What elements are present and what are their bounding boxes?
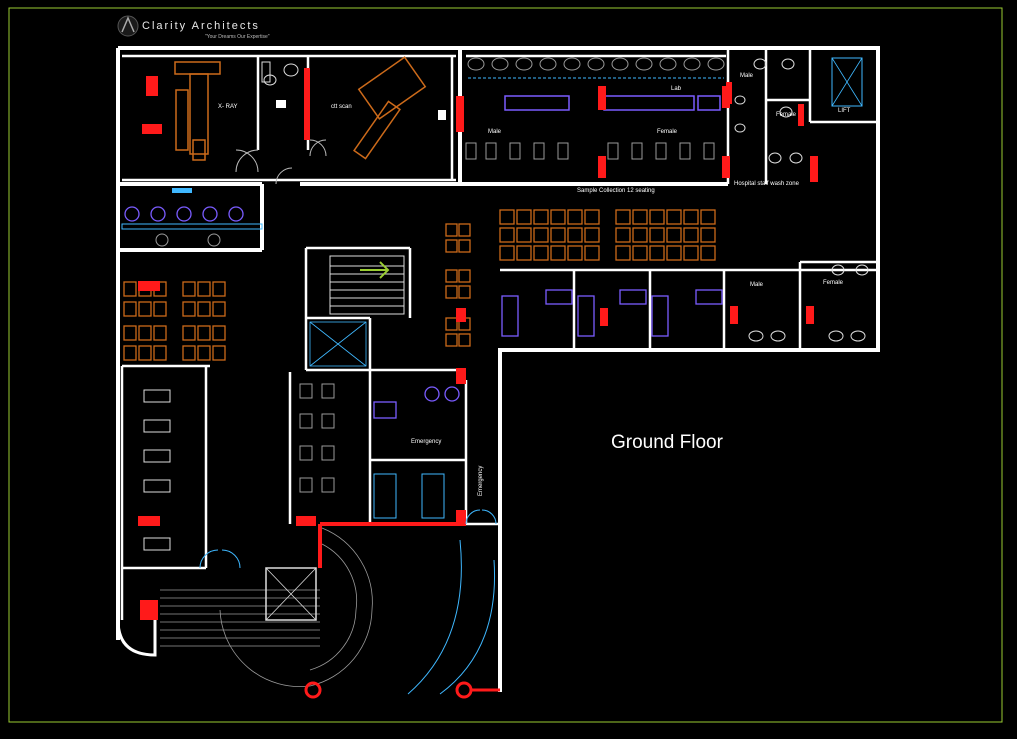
red-partition (798, 104, 804, 126)
waiting-seats-grid (123, 209, 716, 361)
toilet-fixtures (261, 61, 299, 86)
room-label-lab: Lab (671, 86, 682, 92)
entry-doors (199, 509, 497, 569)
column-marker (455, 681, 473, 699)
room-label-female-wc: Female (823, 280, 844, 286)
red-partition (598, 156, 606, 178)
visitor-chairs (155, 233, 221, 247)
emergency-beds (373, 473, 445, 519)
waiting-chairs (299, 383, 335, 493)
door-swings (235, 139, 327, 185)
floor-plan (8, 7, 1003, 723)
room-label-female-toilet: Female (776, 112, 797, 118)
xray-equipment (174, 61, 221, 161)
red-fixture (138, 516, 160, 526)
red-fixture (146, 76, 158, 96)
red-fixture (138, 281, 160, 291)
red-partition (304, 68, 310, 140)
emergency-chairs (373, 386, 460, 419)
red-partition (722, 156, 730, 178)
room-label-male-wc: Male (750, 282, 764, 288)
staircase (329, 255, 405, 315)
red-partition (726, 82, 732, 104)
red-fixture (600, 308, 608, 326)
exterior-walls (116, 46, 880, 692)
lift-core (309, 321, 367, 367)
stair-arrow-icon (360, 261, 390, 279)
lab-seats (465, 142, 715, 160)
red-fixture (142, 124, 162, 134)
red-fixture (140, 600, 158, 620)
brand-tagline: "Your Dreams Our Expertise" (205, 34, 270, 40)
consult-room-furniture (501, 289, 723, 337)
room-label-ctscan: ctt scan (331, 104, 352, 110)
red-partition (598, 86, 606, 110)
brand-name: Clarity Architects (142, 20, 260, 32)
room-label-emergency-side: Emergency (478, 465, 484, 496)
red-fixture (806, 306, 814, 324)
plan-title: Ground Floor (611, 432, 723, 453)
room-label-wash-zone: Hospital staff wash zone (734, 181, 799, 187)
consult-chairs (124, 206, 244, 222)
sink-icon (276, 100, 286, 108)
wc-fixtures (748, 264, 869, 342)
room-label-male-top: Male (488, 129, 502, 135)
ct-scanner (353, 56, 427, 160)
room-label-emergency: Emergency (411, 439, 442, 445)
room-label-sample-collection: Sample Collection 12 seating (577, 188, 655, 194)
lab-desks (504, 95, 721, 111)
clarity-logo-icon (117, 15, 139, 37)
lab-sinks (467, 57, 725, 71)
ramp-curve (407, 539, 462, 695)
red-partition (456, 96, 464, 132)
room-label-female-top: Female (657, 129, 678, 135)
sink-icon (438, 110, 446, 120)
room-label-male-toilet: Male (740, 73, 754, 79)
red-fixture (456, 308, 466, 322)
red-partition (810, 156, 818, 182)
red-fixture (730, 306, 738, 324)
room-label-xray: X- RAY (218, 104, 238, 110)
room-label-lift: LIFT (838, 108, 851, 114)
